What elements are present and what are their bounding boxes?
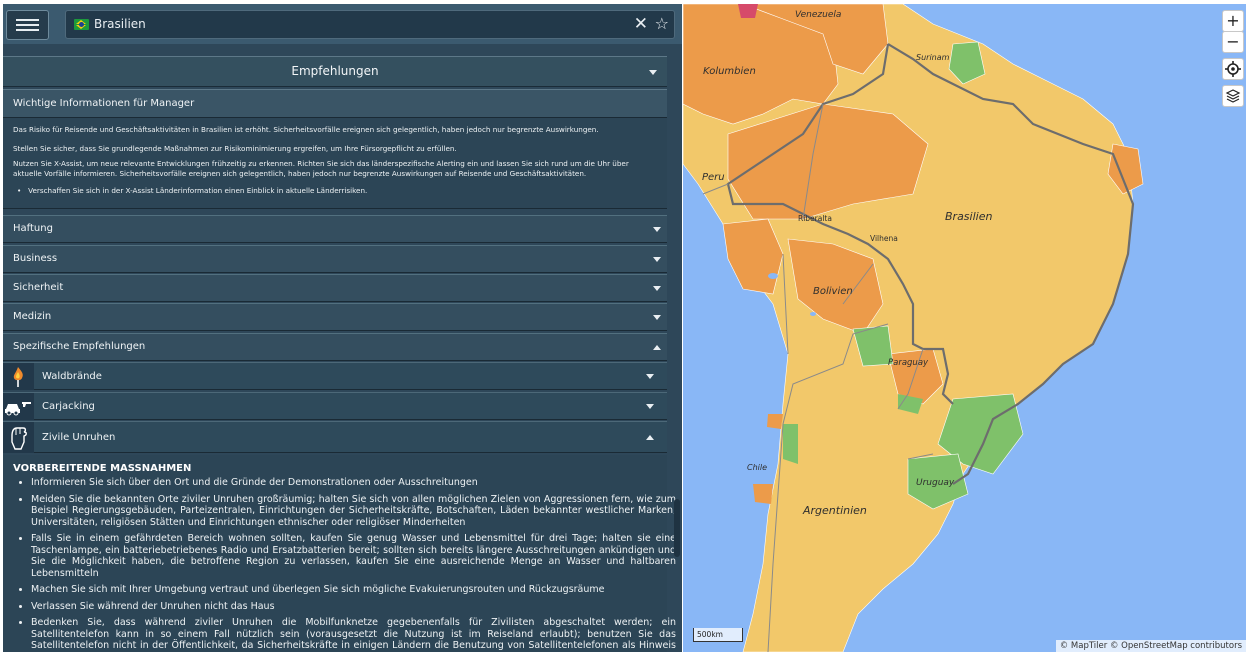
top-bar: Brasilien ✕ ☆ <box>3 4 682 44</box>
layers-button[interactable] <box>1222 85 1244 107</box>
preparation-list: Informieren Sie sich über den Ort und di… <box>13 477 676 652</box>
hamburger-icon-line <box>16 19 39 21</box>
manager-info-title: Wichtige Informationen für Manager <box>13 98 195 109</box>
map-label-country: Paraguay <box>888 358 929 368</box>
zoom-in-button[interactable]: + <box>1222 10 1244 32</box>
section-specific-recommendations[interactable]: Spezifische Empfehlungen <box>3 333 667 361</box>
icon-box <box>3 422 34 453</box>
chevron-up-icon <box>646 435 654 440</box>
specific-item-carjacking[interactable]: Carjacking <box>3 392 667 420</box>
hamburger-icon-line <box>16 29 39 31</box>
map-canvas <box>683 4 1144 652</box>
icon-box <box>3 393 34 420</box>
section-label: Spezifische Empfehlungen <box>13 341 146 352</box>
manager-info-paragraph: Nutzen Sie X-Assist, um neue relevante E… <box>13 159 629 178</box>
recommendations-title: Empfehlungen <box>291 64 379 78</box>
map-label-country: Kolumbien <box>703 66 756 77</box>
map-scale: 500km <box>693 628 743 642</box>
search-value: Brasilien <box>94 17 146 31</box>
chevron-down-icon <box>653 286 661 291</box>
chevron-down-icon <box>646 374 654 379</box>
list-item: Falls Sie in einem gefährdeten Bereich w… <box>31 533 676 579</box>
preparation-heading: VORBEREITENDE MASSNAHMEN <box>13 463 192 474</box>
section-haftung[interactable]: Haftung <box>3 215 667 243</box>
manager-info-paragraph: Das Risiko für Reisende und Geschäftsakt… <box>13 125 599 134</box>
clear-icon[interactable]: ✕ <box>634 14 648 34</box>
section-label: Medizin <box>13 311 52 322</box>
list-item: Meiden Sie die bekannten Orte ziviler Un… <box>31 494 676 529</box>
manager-info-paragraph: Stellen Sie sicher, dass Sie grundlegend… <box>13 144 457 153</box>
icon-box <box>3 363 34 390</box>
list-item: Verlassen Sie während der Unruhen nicht … <box>31 601 676 613</box>
manager-info-bullet: • Verschaffen Sie sich in der X-Assist L… <box>17 186 368 195</box>
map-label-city: Riberalta <box>798 214 832 223</box>
map-label-country: Bolivien <box>813 286 853 297</box>
favorite-star-icon[interactable]: ☆ <box>655 14 669 34</box>
country-search-field[interactable]: Brasilien ✕ ☆ <box>65 10 675 39</box>
list-item: Informieren Sie sich über den Ort und di… <box>31 477 676 489</box>
panel-scrollbar-thumb[interactable] <box>674 499 680 557</box>
app-frame: Brasilien ✕ ☆ Empfehlungen Wichtige Info… <box>0 0 1248 655</box>
list-item: Bedenken Sie, dass während ziviler Unruh… <box>31 617 676 652</box>
specific-item-waldbraende[interactable]: Waldbrände <box>3 362 667 390</box>
map-label-country: Venezuela <box>795 10 842 20</box>
map-attribution[interactable]: © MapTiler © OpenStreetMap contributors <box>1055 640 1246 652</box>
layers-icon <box>1225 89 1241 103</box>
recommendations-header[interactable]: Empfehlungen <box>3 56 667 87</box>
map-label-city: Vilhena <box>870 234 898 243</box>
manager-info-header: Wichtige Informationen für Manager <box>3 89 667 118</box>
info-panel: Brasilien ✕ ☆ Empfehlungen Wichtige Info… <box>3 4 682 652</box>
section-sicherheit[interactable]: Sicherheit <box>3 274 667 302</box>
map-label-country: Argentinien <box>803 504 867 517</box>
specific-item-label: Zivile Unruhen <box>42 432 116 443</box>
section-business[interactable]: Business <box>3 245 667 273</box>
zoom-out-button[interactable]: − <box>1222 31 1244 53</box>
locate-button[interactable] <box>1222 58 1244 80</box>
chevron-up-icon <box>653 345 661 350</box>
chevron-down-icon <box>653 257 661 262</box>
list-item: Machen Sie sich mit Ihrer Umgebung vertr… <box>31 584 676 596</box>
section-label: Haftung <box>13 223 53 234</box>
chevron-down-icon <box>653 315 661 320</box>
map-label-country: Surinam <box>916 53 950 62</box>
map-label-country: Chile <box>747 463 768 472</box>
car-gun-icon <box>5 402 31 416</box>
manager-info-bullet-text: Verschaffen Sie sich in der X-Assist Län… <box>28 186 368 195</box>
specific-item-label: Waldbrände <box>42 371 102 382</box>
hamburger-icon-line <box>16 24 39 26</box>
preparation-content: VORBEREITENDE MASSNAHMEN Informieren Sie… <box>3 455 676 652</box>
chevron-down-icon <box>653 227 661 232</box>
risk-map[interactable]: Venezuela Kolumbien Surinam Peru Brasili… <box>683 4 1246 652</box>
manager-info-body: Das Risiko für Reisende und Geschäftsakt… <box>3 118 667 209</box>
specific-item-label: Carjacking <box>42 401 95 412</box>
map-label-country: Uruguay <box>916 478 955 488</box>
specific-item-zivile-unruhen[interactable]: Zivile Unruhen <box>3 421 667 453</box>
section-label: Business <box>13 253 58 264</box>
map-label-country: Brasilien <box>945 210 993 223</box>
section-label: Sicherheit <box>13 282 64 293</box>
fire-icon <box>13 367 23 387</box>
brazil-flag-icon <box>74 19 89 30</box>
menu-button[interactable] <box>6 10 49 40</box>
map-label-country: Peru <box>702 172 725 183</box>
chevron-down-icon <box>649 70 657 75</box>
crosshair-icon <box>1225 61 1241 77</box>
chevron-down-icon <box>646 404 654 409</box>
section-medizin[interactable]: Medizin <box>3 303 667 331</box>
raised-fist-icon <box>11 427 27 450</box>
